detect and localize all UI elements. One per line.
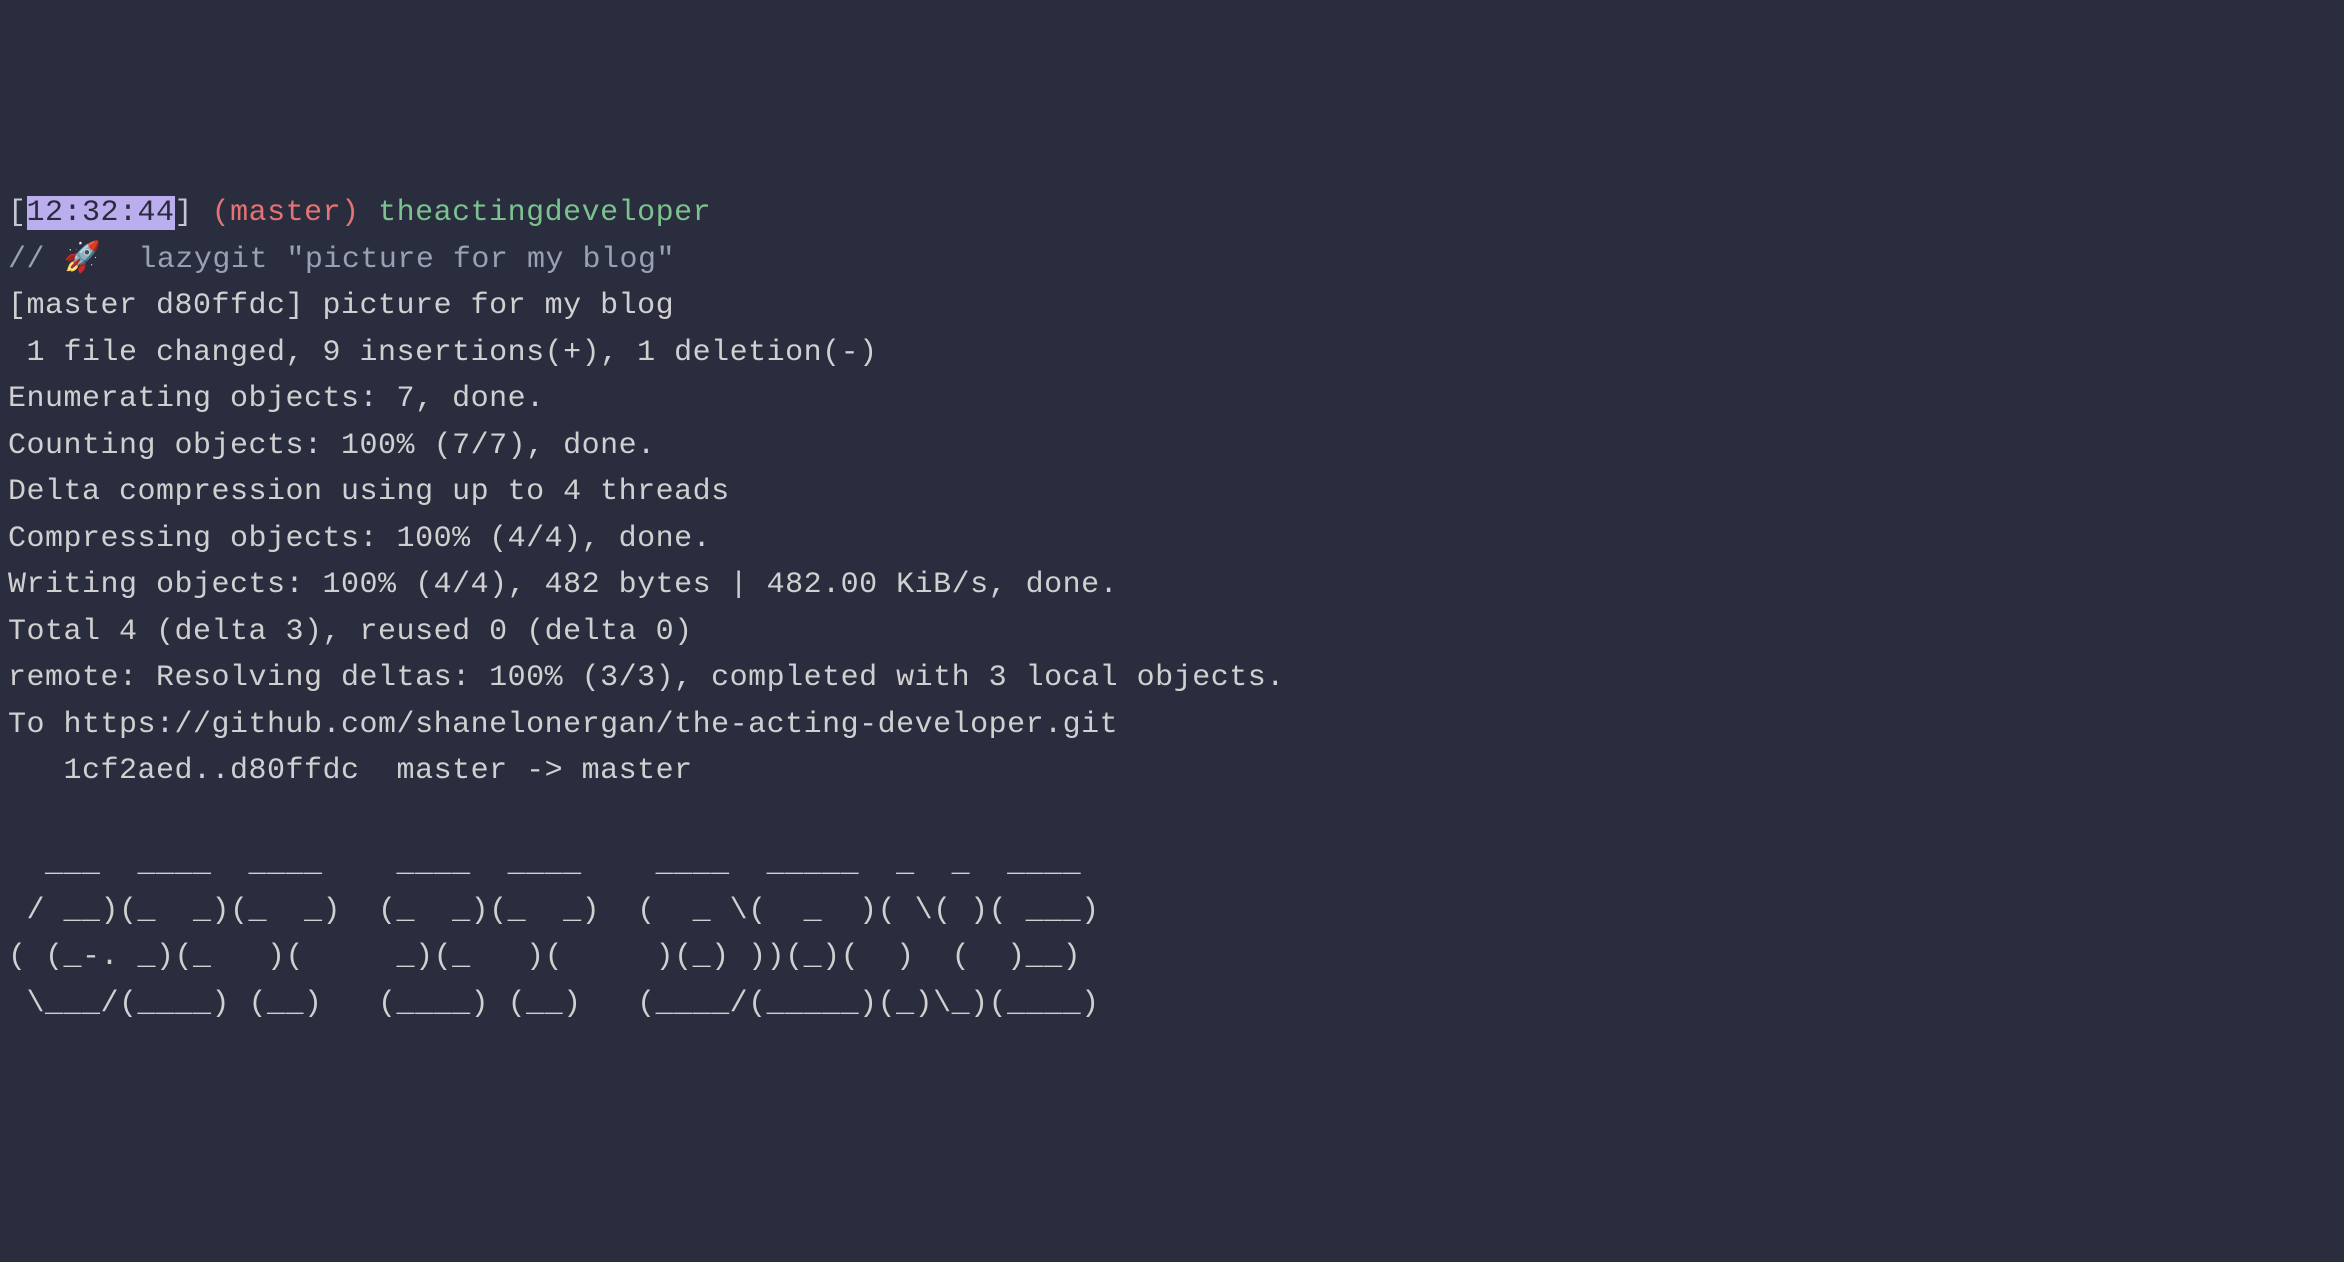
prompt-branch: (master) xyxy=(212,196,360,230)
output-push-refs: 1cf2aed..d80ffdc master -> master xyxy=(8,754,693,788)
ascii-art-line2: / __)(_ _)(_ _) (_ _)(_ _) ( _ \( _ )( \… xyxy=(8,894,1100,928)
output-compressing: Compressing objects: 100% (4/4), done. xyxy=(8,522,711,556)
output-remote-resolving: remote: Resolving deltas: 100% (3/3), co… xyxy=(8,661,1285,695)
output-remote-url: To https://github.com/shanelonergan/the-… xyxy=(8,708,1118,742)
command-line: // 🚀 lazygit "picture for my blog" xyxy=(8,243,675,277)
command-prefix: // xyxy=(8,243,64,277)
prompt-bracket-close: ] xyxy=(175,196,194,230)
prompt-path: theactingdeveloper xyxy=(378,196,711,230)
prompt-bracket-open: [ xyxy=(8,196,27,230)
output-files-changed: 1 file changed, 9 insertions(+), 1 delet… xyxy=(8,336,878,370)
prompt-line: [12:32:44] (master) theactingdeveloper xyxy=(8,196,711,230)
output-commit-line: [master d80ffdc] picture for my blog xyxy=(8,289,674,323)
output-writing: Writing objects: 100% (4/4), 482 bytes |… xyxy=(8,568,1118,602)
output-enumerating: Enumerating objects: 7, done. xyxy=(8,382,545,416)
output-delta-compression: Delta compression using up to 4 threads xyxy=(8,475,730,509)
ascii-art-line4: \___/(____) (__) (____) (__) (____/(____… xyxy=(8,987,1100,1021)
command-text: lazygit "picture for my blog" xyxy=(101,243,675,277)
ascii-art-line1: ___ ____ ____ ____ ____ ____ _____ _ _ _… xyxy=(8,847,1100,881)
terminal-window[interactable]: [12:32:44] (master) theactingdeveloper /… xyxy=(8,190,2336,1027)
ascii-art-line3: ( (_-. _)(_ )( _)(_ )( )(_) ))(_)( ) ( )… xyxy=(8,940,1100,974)
output-total: Total 4 (delta 3), reused 0 (delta 0) xyxy=(8,615,693,649)
output-counting: Counting objects: 100% (7/7), done. xyxy=(8,429,656,463)
prompt-timestamp: 12:32:44 xyxy=(27,196,175,230)
rocket-icon: 🚀 xyxy=(64,243,102,277)
